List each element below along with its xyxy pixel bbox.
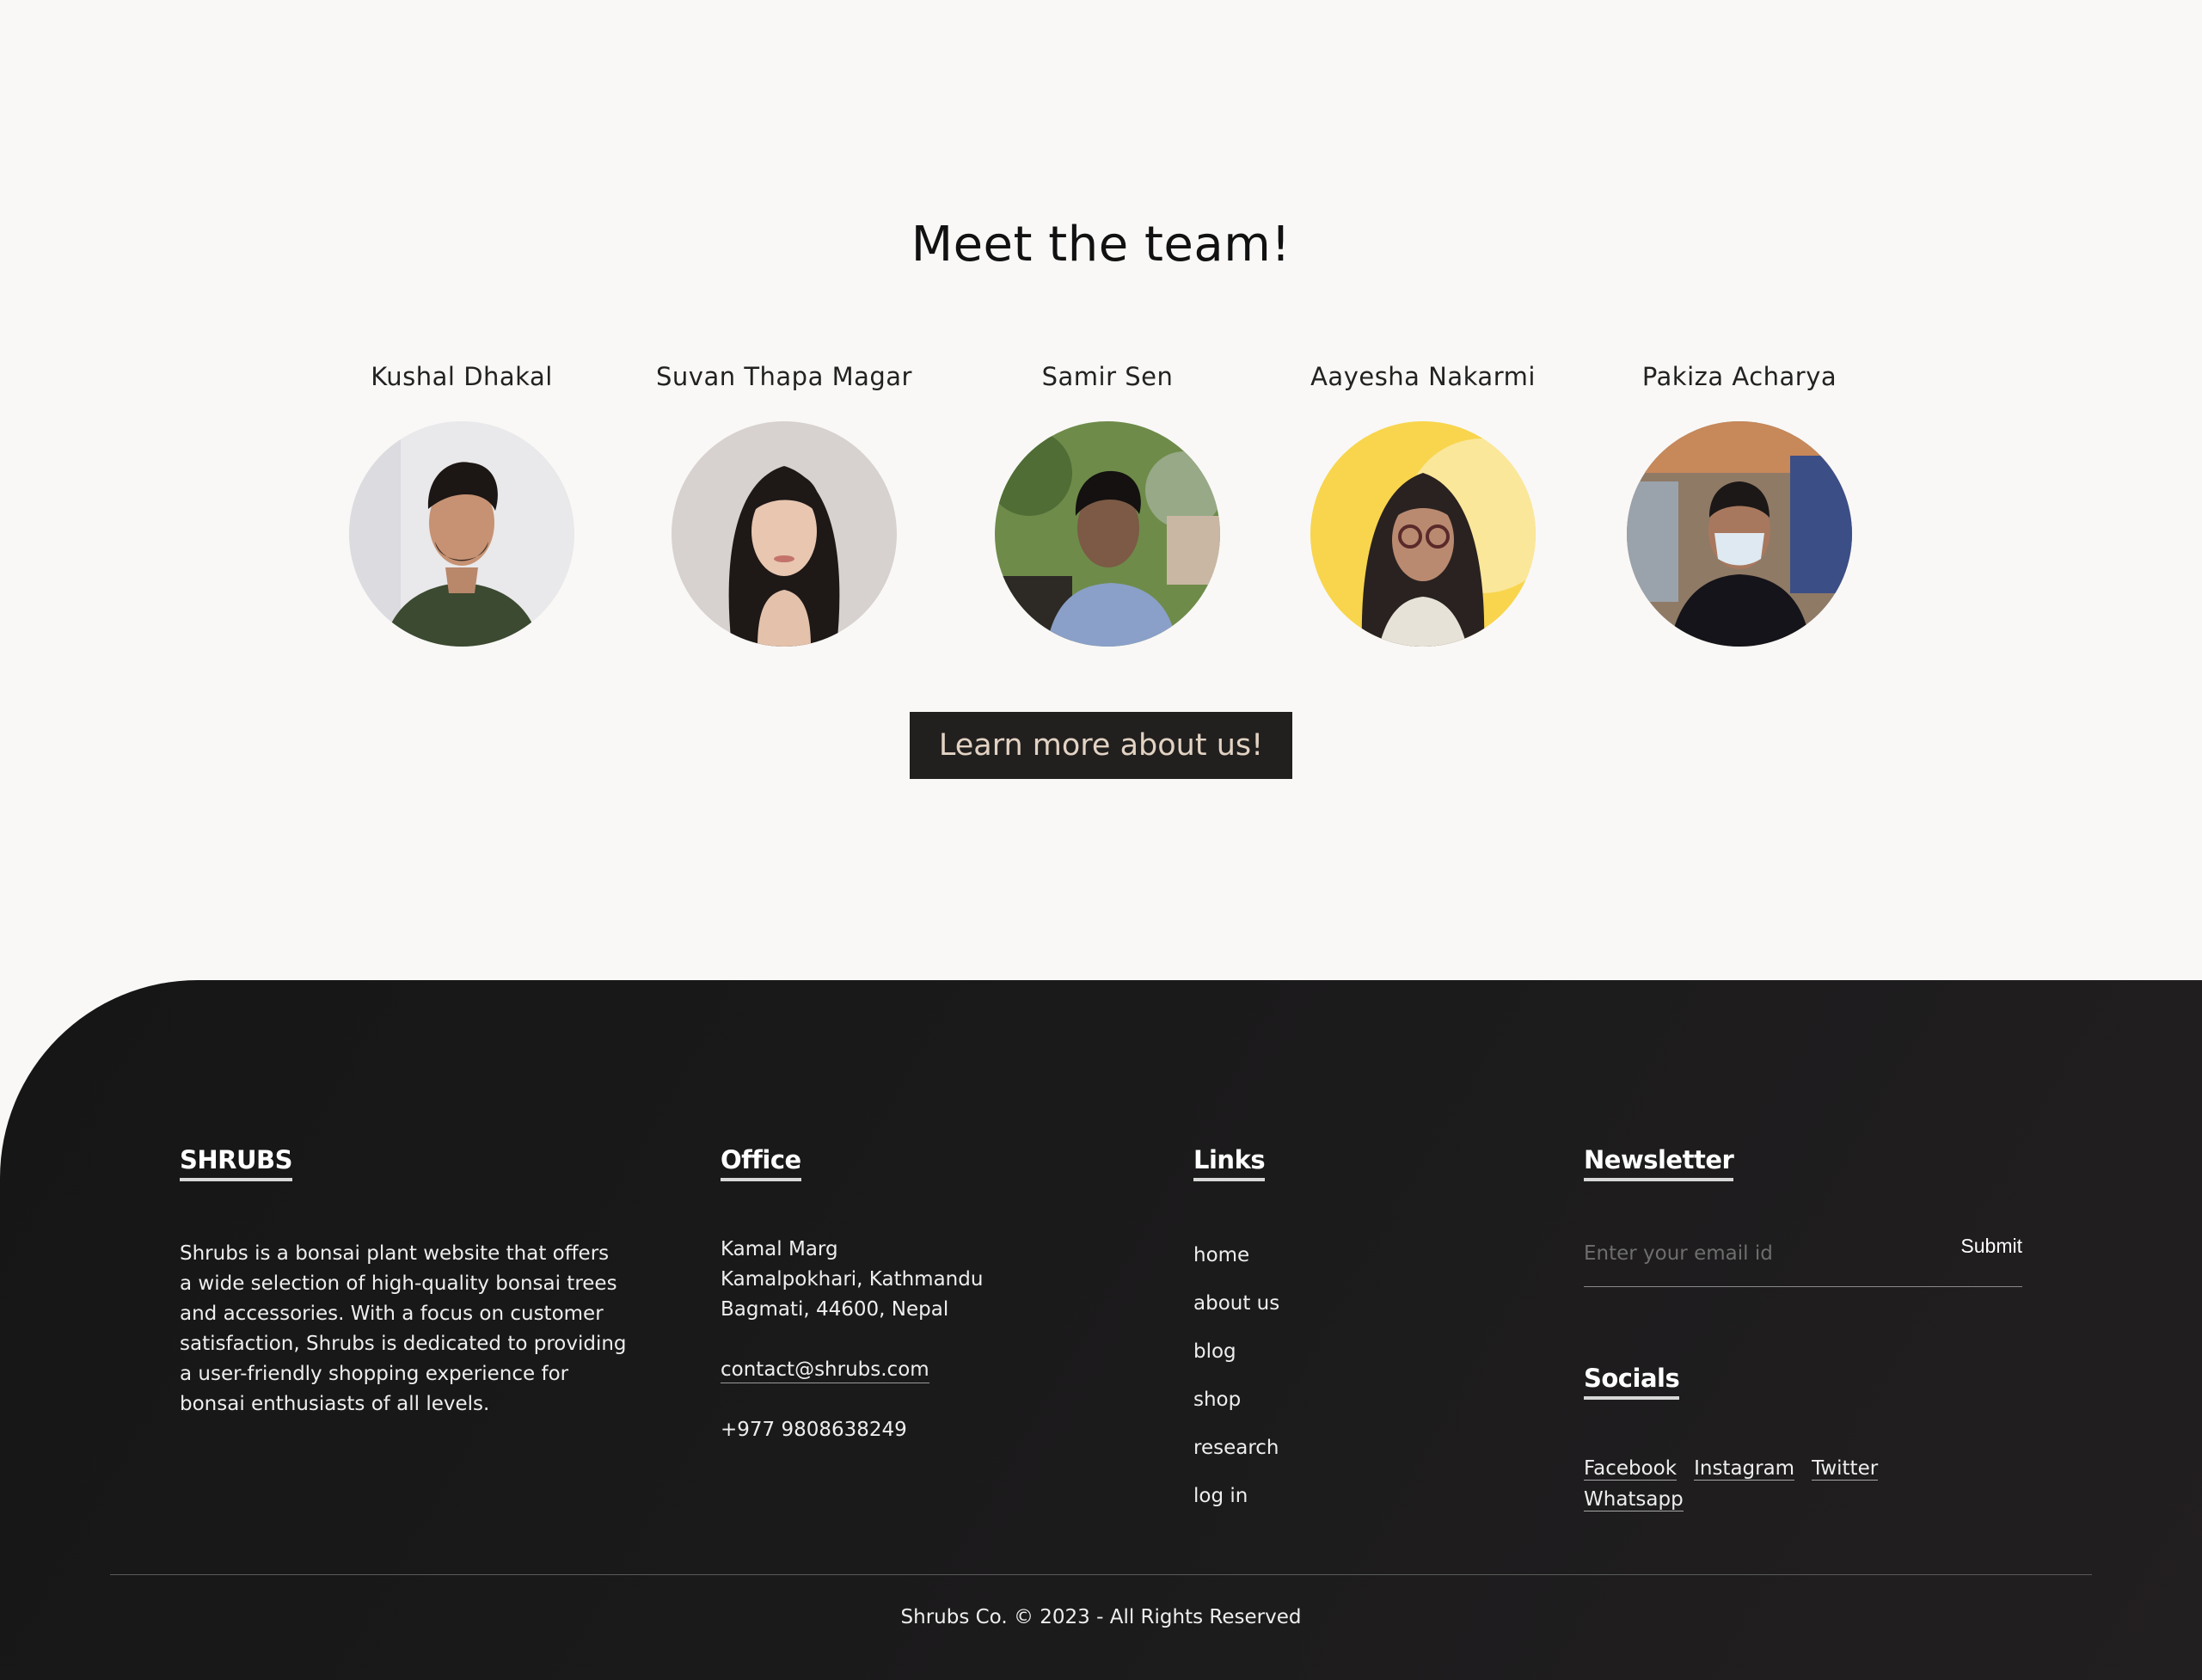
- social-link-instagram[interactable]: Instagram: [1694, 1457, 1795, 1481]
- socials-heading: Socials: [1584, 1364, 1680, 1400]
- footer-link-blog[interactable]: blog: [1193, 1340, 1236, 1363]
- team-member: Suvan Thapa Magar: [604, 359, 965, 647]
- avatar: [672, 421, 897, 647]
- member-name: Aayesha Nakarmi: [1310, 362, 1536, 391]
- footer-divider: [110, 1574, 2092, 1575]
- team-member: Pakiza Acharya: [1559, 359, 1920, 647]
- brand-description: Shrubs is a bonsai plant website that of…: [180, 1242, 627, 1415]
- newsletter-heading: Newsletter: [1584, 1145, 1734, 1181]
- footer-link-item: home: [1193, 1238, 1279, 1286]
- member-name: Pakiza Acharya: [1641, 362, 1837, 391]
- office-phone: +977 9808638249: [721, 1419, 907, 1441]
- team-member: Kushal Dhakal: [281, 359, 642, 647]
- member-name: Samir Sen: [1041, 362, 1174, 391]
- footer-link-research[interactable]: research: [1193, 1437, 1279, 1459]
- social-link-whatsapp[interactable]: Whatsapp: [1584, 1488, 1684, 1511]
- footer-links-list: home about us blog shop research log in: [1193, 1238, 1279, 1527]
- footer-link-item: log in: [1193, 1479, 1279, 1527]
- office-address-line: Kamalpokhari, Kathmandu: [721, 1268, 984, 1291]
- member-name: Suvan Thapa Magar: [656, 362, 912, 391]
- footer-link-shop[interactable]: shop: [1193, 1389, 1241, 1411]
- office-heading: Office: [721, 1145, 801, 1181]
- avatar: [995, 421, 1220, 647]
- social-link-twitter[interactable]: Twitter: [1812, 1457, 1879, 1481]
- team-member: Samir Sen: [927, 359, 1288, 647]
- office-address-line: Bagmati, 44600, Nepal: [721, 1298, 949, 1321]
- team-member: Aayesha Nakarmi: [1242, 359, 1604, 647]
- footer-link-item: blog: [1193, 1334, 1279, 1383]
- avatar: [1627, 421, 1852, 647]
- learn-more-button[interactable]: Learn more about us!: [910, 712, 1292, 779]
- avatar: [1310, 421, 1536, 647]
- newsletter-submit-button[interactable]: Submit: [1960, 1235, 2022, 1258]
- newsletter-email-input[interactable]: [1584, 1236, 1919, 1271]
- footer-link-home[interactable]: home: [1193, 1244, 1249, 1266]
- copyright-text: Shrubs Co. © 2023 - All Rights Reserved: [900, 1606, 1302, 1628]
- footer-link-item: research: [1193, 1431, 1279, 1479]
- social-link-facebook[interactable]: Facebook: [1584, 1457, 1678, 1481]
- footer-link-item: about us: [1193, 1286, 1279, 1334]
- footer-link-log-in[interactable]: log in: [1193, 1485, 1248, 1507]
- footer-link-item: shop: [1193, 1383, 1279, 1431]
- team-section: Meet the team! Kushal Dhakal Suvan Thapa…: [0, 0, 2202, 980]
- office-address-line: Kamal Marg: [721, 1238, 838, 1260]
- avatar: [349, 421, 574, 647]
- links-heading: Links: [1193, 1145, 1266, 1181]
- footer-link-about-us[interactable]: about us: [1193, 1292, 1279, 1315]
- team-heading: Meet the team!: [911, 217, 1291, 273]
- footer: SHRUBS Shrubs is a bonsai plant website …: [0, 980, 2202, 1680]
- socials-links: Facebook Instagram Twitter Whatsapp: [1584, 1457, 1945, 1519]
- office-email-link[interactable]: contact@shrubs.com: [721, 1358, 929, 1383]
- member-name: Kushal Dhakal: [371, 362, 553, 391]
- newsletter-form: Submit: [1584, 1226, 2022, 1287]
- brand-heading: SHRUBS: [180, 1145, 293, 1181]
